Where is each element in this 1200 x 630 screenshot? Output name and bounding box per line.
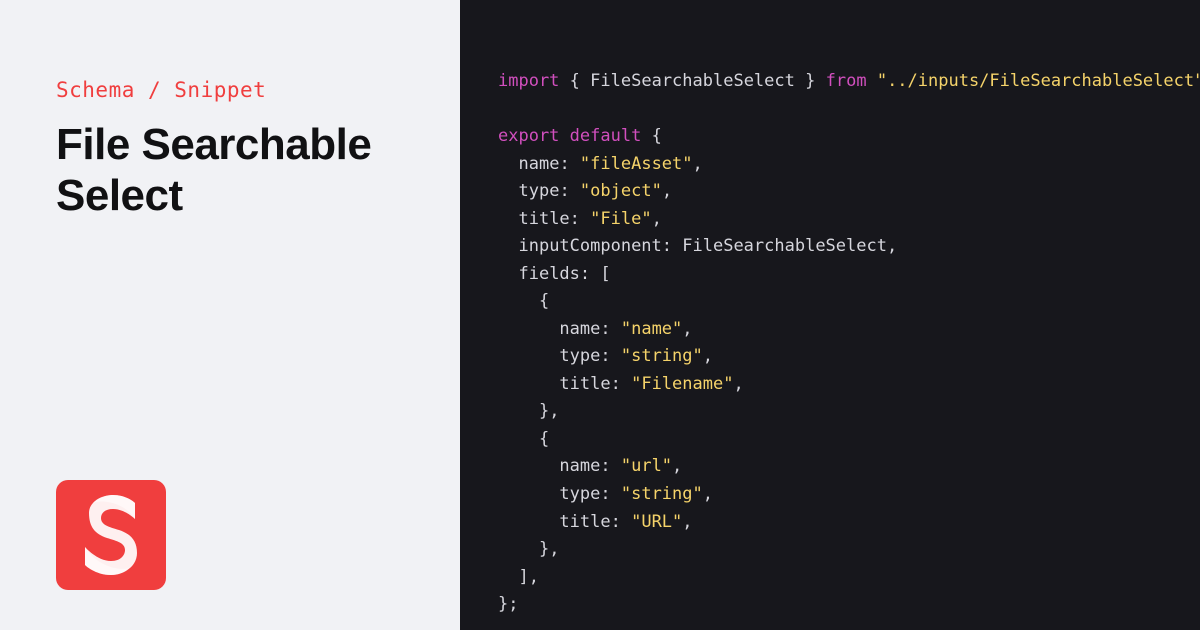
f1-key-type: type <box>559 346 600 366</box>
sanity-logo-icon <box>79 495 143 575</box>
f1-val-type: "string" <box>621 346 703 366</box>
key-fields: fields <box>518 264 579 284</box>
f2-key-title: title <box>559 512 610 532</box>
fields-open: [ <box>600 264 610 284</box>
brace-open: { <box>570 71 580 91</box>
f1-key-title: title <box>559 374 610 394</box>
import-path: "../inputs/FileSearchableSelect" <box>877 71 1200 91</box>
val-title: "File" <box>590 209 651 229</box>
sanity-logo <box>56 480 166 590</box>
f1-val-name: "name" <box>621 319 682 339</box>
f1-key-name: name <box>559 319 600 339</box>
breadcrumb: Schema / Snippet <box>56 78 404 102</box>
kw-default: default <box>570 126 642 146</box>
obj-open: { <box>652 126 662 146</box>
code-block: import { FileSearchableSelect } from "..… <box>498 68 1200 619</box>
val-type: "object" <box>580 181 662 201</box>
brace-close: } <box>805 71 815 91</box>
f1-val-title: "Filename" <box>631 374 733 394</box>
kw-import: import <box>498 71 559 91</box>
obj-close: }; <box>498 594 518 614</box>
key-name: name <box>518 154 559 174</box>
f1-open: { <box>539 291 549 311</box>
key-type: type <box>518 181 559 201</box>
f2-val-name: "url" <box>621 456 672 476</box>
f2-val-type: "string" <box>621 484 703 504</box>
val-input-component: FileSearchableSelect <box>682 236 887 256</box>
page-title: File Searchable Select <box>56 120 404 221</box>
page-container: Schema / Snippet File Searchable Select … <box>0 0 1200 630</box>
code-panel: import { FileSearchableSelect } from "..… <box>460 0 1200 630</box>
kw-export: export <box>498 126 559 146</box>
f2-key-type: type <box>559 484 600 504</box>
f2-key-name: name <box>559 456 600 476</box>
f2-val-title: "URL" <box>631 512 682 532</box>
key-title: title <box>518 209 569 229</box>
key-input-component: inputComponent <box>518 236 661 256</box>
kw-from: from <box>826 71 867 91</box>
val-name: "fileAsset" <box>580 154 693 174</box>
f1-close: }, <box>539 401 559 421</box>
import-symbol: FileSearchableSelect <box>590 71 795 91</box>
left-panel: Schema / Snippet File Searchable Select <box>0 0 460 630</box>
f2-open: { <box>539 429 549 449</box>
fields-close: ], <box>518 567 538 587</box>
f2-close: }, <box>539 539 559 559</box>
